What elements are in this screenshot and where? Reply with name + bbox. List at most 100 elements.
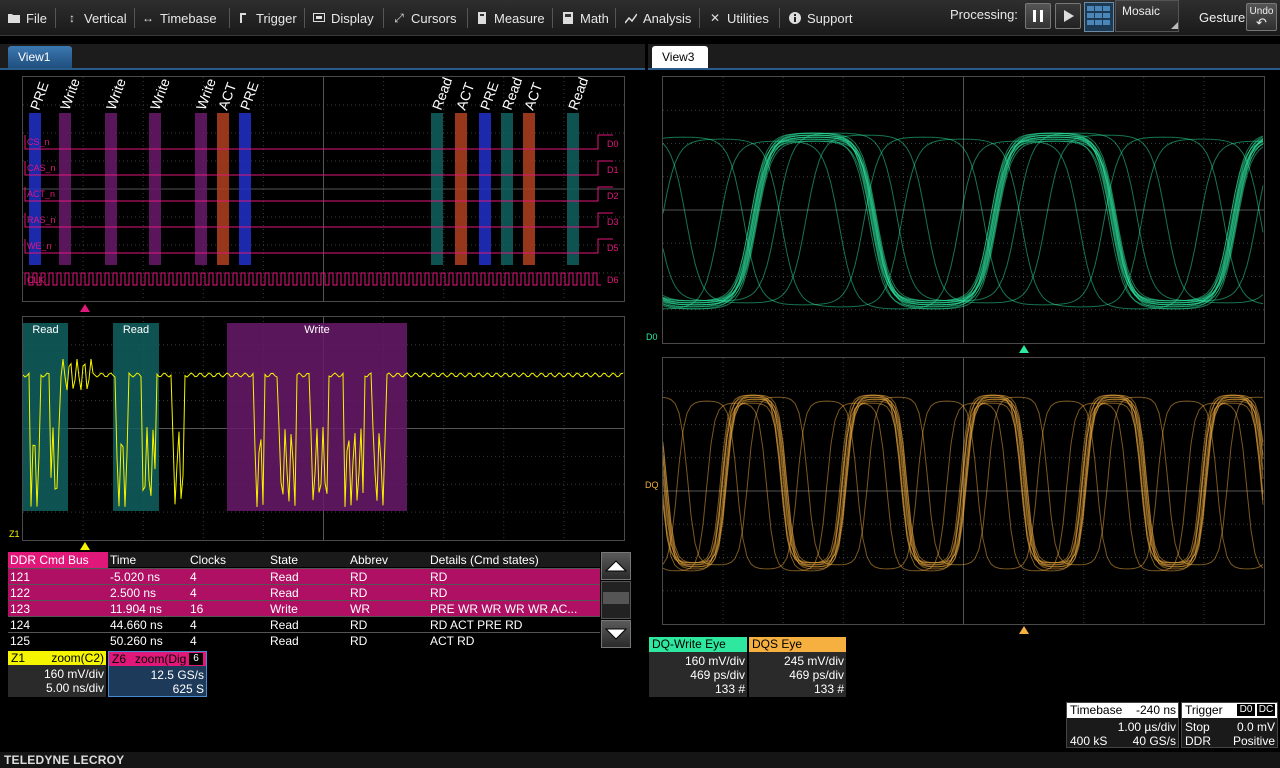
layout-dropdown[interactable]: Mosaic <box>1115 0 1179 32</box>
analysis-chart-icon <box>625 12 637 24</box>
menu-separator <box>467 8 468 28</box>
timebase-samples: 400 kS <box>1070 734 1108 748</box>
menu-trigger[interactable]: Trigger <box>238 0 297 36</box>
tab-view1[interactable]: View1 <box>8 46 72 68</box>
undo-button[interactable]: Undo ↶ <box>1246 3 1277 31</box>
dqs-eye-grid[interactable] <box>662 357 1265 625</box>
zoom-analog-grid[interactable]: Read Read Write <box>22 316 625 541</box>
menu-vertical[interactable]: ↕ Vertical <box>66 0 127 36</box>
menu-cursors[interactable]: ⤢ Cursors <box>393 0 456 36</box>
table-cell: RD <box>430 586 448 600</box>
table-cell: 11.904 ns <box>110 602 162 616</box>
timebase-descriptor[interactable]: Timebase -240 ns 1.00 µs/div 400 kS 40 G… <box>1066 702 1179 748</box>
table-cell: PRE WR WR WR WR AC... <box>430 602 578 616</box>
tab-view3[interactable]: View3 <box>652 46 708 68</box>
command-label: Read <box>429 77 455 112</box>
command-label: Read <box>565 77 591 112</box>
command-label: Write <box>147 77 173 112</box>
table-row[interactable]: 125 50.260 ns 4 Read RD ACT RD <box>8 632 600 648</box>
dqs-eye-diagram <box>662 358 1264 624</box>
mosaic-grid-icon <box>1087 6 1110 25</box>
arrow-down-icon <box>604 628 628 640</box>
footer-bar: TELEDYNE LECROY <box>0 752 1280 768</box>
dq-write-eye-descriptor[interactable]: DQ-Write Eye 160 mV/div 469 ps/div 133 # <box>649 637 747 697</box>
z1-name: Z1 <box>11 651 26 665</box>
table-scroll-up-button[interactable] <box>601 552 631 580</box>
trigger-source-badge: D0 <box>1237 704 1255 716</box>
table-scrollbar[interactable] <box>601 581 631 619</box>
menu-math[interactable]: Math <box>562 0 609 36</box>
measure-icon <box>476 12 488 24</box>
menu-analysis[interactable]: Analysis <box>625 0 691 36</box>
menu-separator <box>552 8 553 28</box>
digital-waveform-grid[interactable]: PRE Write Write Write Write ACT PRE Read ACT PRE R… <box>22 75 625 302</box>
command-region <box>431 113 443 265</box>
channel-label: D6 <box>607 275 619 285</box>
dq-eye-grid[interactable] <box>662 76 1265 344</box>
command-label: ACT <box>453 80 478 112</box>
table-cell: RD ACT PRE RD <box>430 618 523 632</box>
z1-descriptor[interactable]: Z1 zoom(C2) 160 mV/div 5.00 ns/div <box>8 651 106 697</box>
undo-icon: ↶ <box>1256 15 1267 30</box>
menu-measure[interactable]: Measure <box>476 0 545 36</box>
eye-top-channel-label: D0 <box>646 332 658 342</box>
col-header-time[interactable]: Time <box>110 552 136 568</box>
table-row[interactable]: 121 -5.020 ns 4 Read RD RD <box>8 568 600 584</box>
col-header-clocks[interactable]: Clocks <box>190 552 226 568</box>
table-scroll-down-button[interactable] <box>601 620 631 648</box>
dqs-name: DQS Eye <box>749 637 846 652</box>
signal-label: CAS_n <box>27 163 56 173</box>
table-cell: RD <box>350 570 368 584</box>
col-header-state[interactable]: State <box>270 552 298 568</box>
eye-bottom-channel-label: DQ <box>645 480 659 490</box>
z6-descriptor[interactable]: Z6 zoom(Dig 6 12.5 GS/s 625 S <box>108 651 207 697</box>
z1-source: zoom(C2) <box>51 651 104 665</box>
col-header-abbrev[interactable]: Abbrev <box>350 552 388 568</box>
z6-samples: 625 S <box>172 682 204 696</box>
decode-table[interactable]: DDR Cmd Bus Time Clocks State Abbrev Det… <box>8 552 600 648</box>
col-header-bus[interactable]: DDR Cmd Bus <box>8 552 108 568</box>
menu-support[interactable]: Support <box>789 0 853 36</box>
layout-grid-button[interactable] <box>1084 2 1114 32</box>
channel-label: D5 <box>607 243 619 253</box>
table-cell: WR <box>350 602 370 616</box>
z6-name: Z6 <box>112 652 127 666</box>
command-label: PRE <box>27 79 52 112</box>
command-label: Write <box>57 77 83 112</box>
view1-tabstrip: View1 <box>0 44 645 70</box>
pause-button[interactable] <box>1025 3 1051 29</box>
table-cell: 123 <box>10 602 31 616</box>
col-header-details[interactable]: Details (Cmd states) <box>430 552 539 568</box>
z6-rate: 12.5 GS/s <box>150 668 204 682</box>
command-region <box>217 113 229 265</box>
table-cell: Read <box>270 618 299 632</box>
signal-label: CS_n <box>27 137 50 147</box>
table-cell: ACT RD <box>430 634 475 648</box>
trigger-coupling-badge: DC <box>1257 704 1275 716</box>
cursor-icon: ⤢ <box>394 11 404 25</box>
table-cell: -5.020 ns <box>110 570 161 584</box>
vertical-arrows-icon: ↕ <box>69 11 75 25</box>
trigger-descriptor[interactable]: Trigger D0 DC Stop 0.0 mV DDR Positive <box>1181 702 1278 748</box>
scroll-thumb[interactable] <box>603 592 629 604</box>
z1-marker: Z1 <box>9 529 20 539</box>
menu-display[interactable]: Display <box>313 0 374 36</box>
menu-timebase[interactable]: ↔ Timebase <box>142 0 217 36</box>
menu-separator <box>699 8 700 28</box>
brand-logo: TELEDYNE LECROY <box>4 753 125 767</box>
table-row[interactable]: 124 44.660 ns 4 Read RD RD ACT PRE RD <box>8 616 600 632</box>
table-cell: 4 <box>190 586 197 600</box>
dqs-eye-descriptor[interactable]: DQS Eye 245 mV/div 469 ps/div 133 # <box>749 637 846 697</box>
dqs-vdiv: 245 mV/div <box>783 654 844 668</box>
menu-separator <box>383 8 384 28</box>
info-icon <box>789 12 801 24</box>
channel-label: D2 <box>607 191 619 201</box>
trigger-mode: Stop <box>1185 720 1210 734</box>
menu-file[interactable]: File <box>8 0 47 36</box>
pause-icon <box>1033 10 1043 22</box>
command-region <box>455 113 467 265</box>
play-button[interactable] <box>1055 3 1081 29</box>
table-row[interactable]: 122 2.500 ns 4 Read RD RD <box>8 584 600 600</box>
table-row[interactable]: 123 11.904 ns 16 Write WR PRE WR WR WR WR AC.… <box>8 600 600 616</box>
menu-utilities[interactable]: ✕ Utilities <box>709 0 769 36</box>
